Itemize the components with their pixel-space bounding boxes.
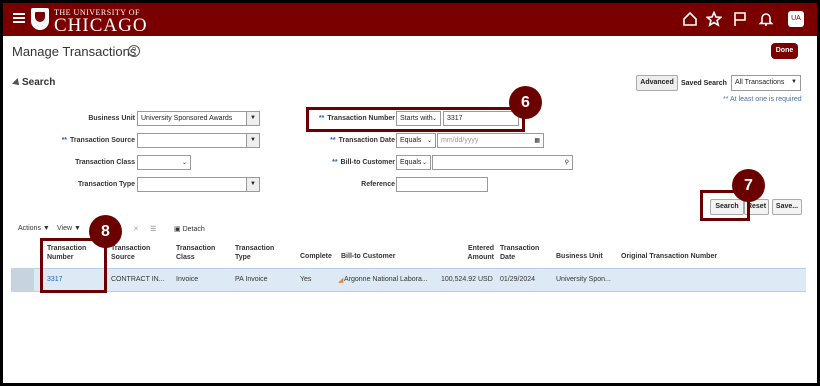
transaction-date-operator[interactable]: Equals ⌄ (396, 133, 436, 148)
cell-business-unit: University Spon... (556, 276, 611, 283)
chevron-down-icon: ⌄ (181, 160, 187, 166)
transaction-date-label: ** Transaction Date (330, 137, 395, 144)
cell-transaction-class: Invoice (176, 276, 199, 283)
transaction-type-input[interactable] (137, 177, 248, 192)
actions-menu[interactable]: Actions ▼ (18, 225, 50, 232)
university-shield-logo (31, 8, 49, 30)
bill-to-customer-operator[interactable]: Equals ⌄ (396, 155, 431, 170)
logo-big-text: CHICAGO (54, 15, 148, 36)
cell-transaction-type: PA Invoice (235, 276, 268, 283)
col-original-transaction-number[interactable]: Original Transaction Number (621, 252, 717, 261)
cell-bill-to-customer: Argonne National Labora... (344, 276, 428, 283)
transaction-type-dropdown-icon[interactable]: ▼ (246, 177, 260, 192)
transaction-source-dropdown-icon[interactable]: ▼ (246, 133, 260, 148)
callout-badge-6: 6 (509, 86, 542, 119)
transaction-type-label: Transaction Type (77, 181, 135, 188)
home-icon[interactable] (681, 11, 699, 29)
saved-search-select[interactable]: All Transactions ▼ (731, 75, 801, 91)
col-transaction-class[interactable]: Transaction Class (176, 244, 228, 262)
col-bill-to-customer[interactable]: Bill-to Customer (341, 252, 395, 261)
collapse-triangle-icon[interactable] (12, 78, 22, 88)
business-unit-dropdown-icon[interactable]: ▼ (246, 111, 260, 126)
view-menu[interactable]: View ▼ (57, 225, 81, 232)
callout-box-6 (306, 107, 525, 132)
required-marker: ** (330, 137, 336, 144)
transaction-source-label: ** Transaction Source (61, 137, 135, 144)
calendar-icon[interactable]: ▦ (534, 137, 540, 144)
col-transaction-date[interactable]: Transaction Date (500, 244, 550, 262)
advanced-button[interactable]: Advanced (636, 75, 678, 91)
search-icon[interactable]: ⚲ (565, 159, 569, 166)
callout-badge-8: 8 (89, 215, 122, 248)
required-note: ** At least one is required (723, 96, 802, 103)
filter-icon[interactable]: ☰ (150, 225, 156, 233)
bill-to-customer-label: ** Bill-to Customer (332, 159, 395, 166)
saved-search-label: Saved Search (681, 80, 727, 87)
bell-icon[interactable] (757, 11, 775, 29)
delete-icon[interactable]: ✕ (133, 225, 139, 233)
cell-complete: Yes (300, 276, 312, 283)
business-unit-label: Business Unit (88, 115, 135, 122)
col-entered-amount[interactable]: Entered Amount (458, 244, 494, 262)
required-marker: ** (61, 137, 68, 144)
col-business-unit[interactable]: Business Unit (556, 252, 603, 261)
transaction-date-input[interactable]: mm/dd/yyyy ▦ (437, 133, 544, 148)
top-bar: THE UNIVERSITY OF CHICAGO UA (3, 3, 817, 36)
chevron-down-icon: ▼ (791, 79, 797, 85)
col-transaction-source[interactable]: Transaction Source (111, 244, 171, 262)
search-section-header[interactable]: Search (22, 77, 55, 88)
menu-icon[interactable] (13, 13, 25, 23)
flag-icon[interactable] (731, 11, 749, 29)
chevron-down-icon: ⌄ (426, 138, 432, 144)
cell-entered-amount: 100,524.92 USD (441, 276, 493, 283)
transaction-class-select[interactable]: ⌄ (137, 155, 191, 170)
reference-label: Reference (361, 181, 395, 188)
callout-box-8 (40, 238, 107, 293)
chevron-down-icon: ⌄ (421, 160, 427, 166)
required-marker: ** (332, 159, 338, 166)
help-icon[interactable]: ? (128, 45, 140, 57)
detach-icon: ▣ (174, 226, 181, 233)
cell-transaction-date: 01/29/2024 (500, 276, 536, 283)
detach-button[interactable]: ▣ Detach (174, 225, 205, 233)
saved-search-value: All Transactions (735, 79, 785, 86)
app-window: THE UNIVERSITY OF CHICAGO UA Manage Tran… (3, 3, 817, 383)
col-complete[interactable]: Complete (300, 252, 332, 261)
bill-to-customer-input[interactable]: ⚲ (432, 155, 573, 170)
incomplete-flag-icon: ◢ (338, 277, 344, 284)
done-button[interactable]: Done (771, 43, 798, 59)
callout-badge-7: 7 (732, 169, 765, 202)
page-title: Manage Transactions (12, 44, 137, 59)
business-unit-input[interactable]: University Sponsored Awards (137, 111, 248, 126)
star-icon[interactable] (705, 10, 723, 29)
cell-transaction-source: CONTRACT IN... (111, 276, 165, 283)
user-avatar[interactable]: UA (788, 11, 804, 27)
save-button[interactable]: Save... (772, 199, 802, 215)
row-selector[interactable] (11, 268, 34, 292)
reference-input[interactable] (396, 177, 488, 192)
col-transaction-type[interactable]: Transaction Type (235, 244, 287, 262)
transaction-class-label: Transaction Class (75, 159, 135, 166)
transaction-source-input[interactable] (137, 133, 248, 148)
